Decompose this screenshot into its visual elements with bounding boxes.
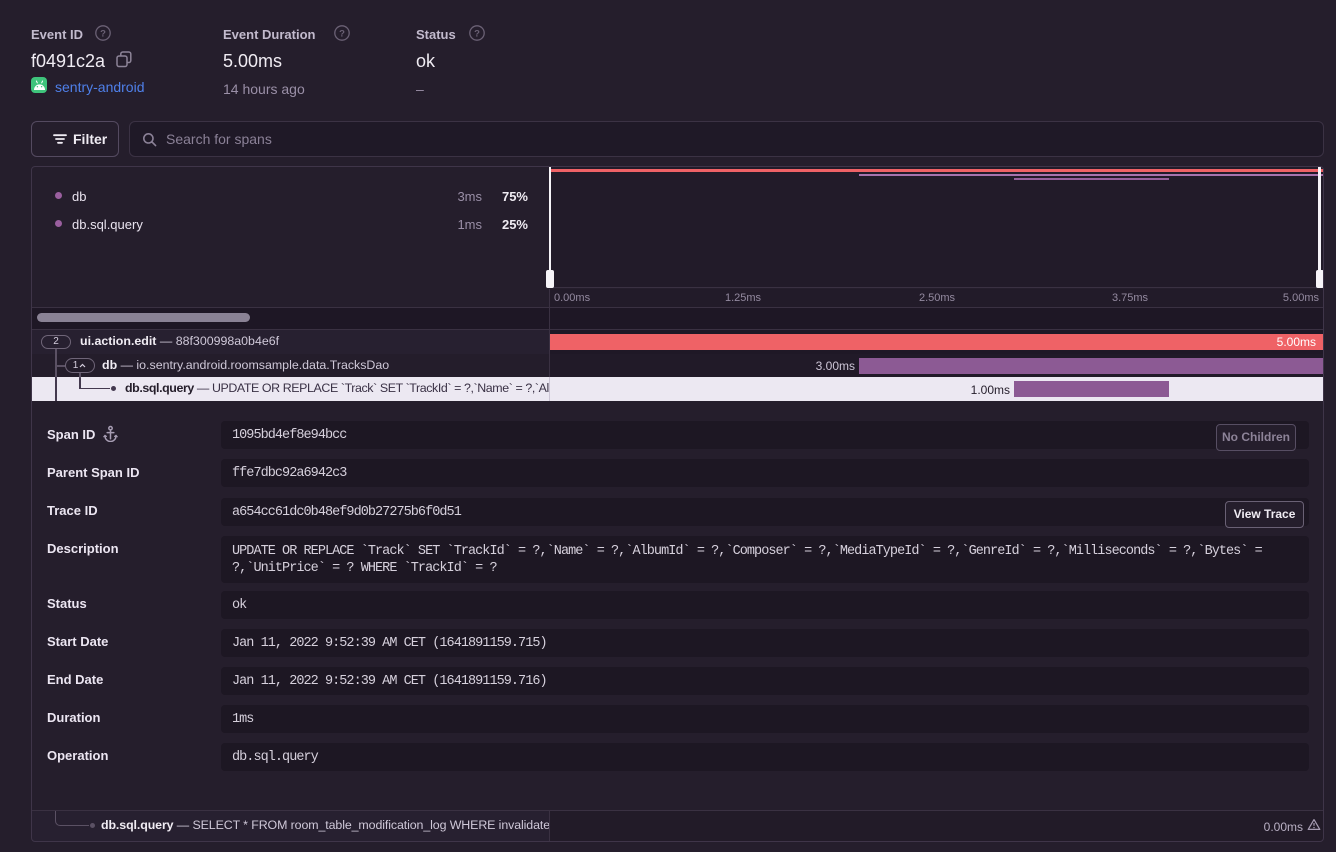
svg-text:?: ? — [339, 29, 345, 40]
svg-text:?: ? — [474, 29, 480, 40]
svg-text:?: ? — [100, 29, 106, 40]
